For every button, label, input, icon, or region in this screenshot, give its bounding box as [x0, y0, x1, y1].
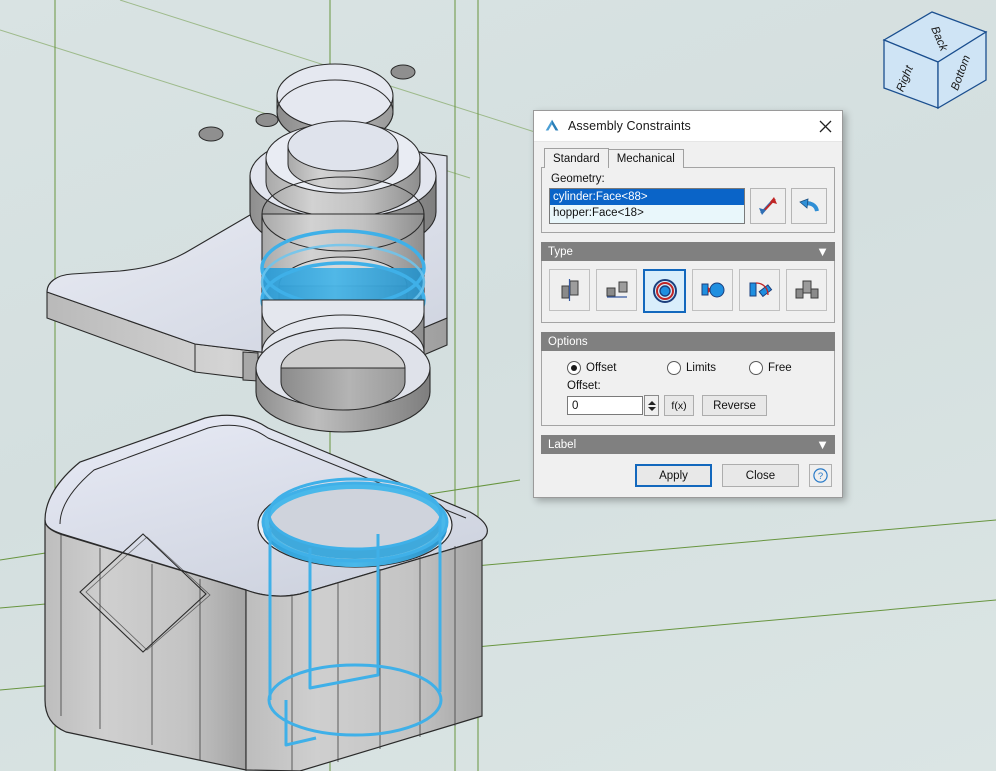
type-section-header[interactable]: Type ▼	[541, 242, 835, 261]
label-section-header[interactable]: Label ▼	[541, 435, 835, 454]
3d-viewport[interactable]	[0, 0, 996, 771]
close-button-label: Close	[745, 469, 776, 482]
3d-scene	[0, 0, 996, 771]
stepper-down-icon[interactable]	[647, 406, 656, 411]
radio-limits[interactable]: Limits	[667, 361, 749, 375]
radio-offset-label: Offset	[586, 362, 617, 374]
radio-dot-icon	[749, 361, 763, 375]
radio-free[interactable]: Free	[749, 361, 792, 375]
close-button[interactable]: Close	[722, 464, 799, 487]
geometry-group: Geometry: cylinder:Face<88> hopper:Face<…	[541, 167, 835, 233]
symmetric-constraint-button[interactable]	[786, 269, 827, 311]
dialog-tabs[interactable]: Standard Mechanical	[544, 148, 835, 168]
offset-input[interactable]	[567, 396, 643, 415]
options-section-header[interactable]: Options	[541, 332, 835, 351]
svg-text:?: ?	[818, 471, 823, 482]
list-item[interactable]: hopper:Face<18>	[550, 205, 744, 221]
apply-button-label: Apply	[659, 469, 688, 482]
radio-dot-icon	[667, 361, 681, 375]
function-button[interactable]: f(x)	[664, 395, 694, 416]
offset-stepper[interactable]	[644, 395, 659, 416]
flush-constraint-button[interactable]	[596, 269, 637, 311]
undo-arrow-icon[interactable]	[791, 188, 827, 224]
cad-application-window: Back Right Bottom Assembly Constraints S…	[0, 0, 996, 771]
radio-dot-icon	[567, 361, 581, 375]
dialog-title: Assembly Constraints	[568, 119, 691, 133]
view-cube[interactable]: Back Right Bottom	[862, 4, 990, 114]
apply-button[interactable]: Apply	[635, 464, 712, 487]
type-section-body	[541, 261, 835, 323]
perpendicular-constraint-button[interactable]	[739, 269, 780, 311]
options-section-label: Options	[548, 335, 588, 348]
radio-limits-label: Limits	[686, 362, 717, 374]
radio-free-label: Free	[768, 362, 792, 374]
hopper-bore-highlight	[257, 477, 453, 568]
geometry-label: Geometry:	[551, 173, 605, 185]
concentric-constraint-button[interactable]	[643, 269, 686, 313]
cylinder-part[interactable]	[255, 176, 431, 433]
hopper-part[interactable]	[44, 414, 488, 771]
options-section-body: Offset Limits Free Offset: 0 f(x) Revers…	[541, 351, 835, 426]
close-icon[interactable]	[812, 114, 838, 138]
swap-arrows-icon[interactable]	[750, 188, 786, 224]
tab-standard-label: Standard	[553, 153, 600, 165]
label-section-label: Label	[548, 438, 577, 451]
function-button-label: f(x)	[671, 399, 687, 412]
help-icon[interactable]: ?	[809, 464, 832, 487]
dialog-title-bar[interactable]: Assembly Constraints	[534, 111, 842, 142]
mate-constraint-button[interactable]	[549, 269, 590, 311]
list-item[interactable]: cylinder:Face<88>	[550, 189, 744, 205]
assembly-constraints-dialog[interactable]: Assembly Constraints Standard Mechanical	[533, 110, 843, 498]
reverse-button-label: Reverse	[713, 399, 756, 412]
tab-mechanical[interactable]: Mechanical	[607, 149, 684, 168]
reverse-button[interactable]: Reverse	[702, 395, 767, 416]
tab-mechanical-label: Mechanical	[616, 153, 675, 165]
dialog-footer: Apply Close ?	[534, 454, 842, 497]
offset-field-label: Offset:	[567, 380, 601, 392]
tab-standard[interactable]: Standard	[544, 148, 609, 168]
autodesk-a-icon	[545, 119, 559, 131]
tangent-constraint-button[interactable]	[692, 269, 733, 311]
stepper-up-icon[interactable]	[647, 400, 656, 405]
geometry-listbox[interactable]: cylinder:Face<88> hopper:Face<18>	[549, 188, 745, 224]
chevron-down-icon[interactable]: ▼	[816, 245, 829, 258]
type-section-label: Type	[548, 245, 573, 258]
radio-offset[interactable]: Offset	[567, 361, 667, 375]
chevron-down-icon[interactable]: ▼	[816, 438, 829, 451]
